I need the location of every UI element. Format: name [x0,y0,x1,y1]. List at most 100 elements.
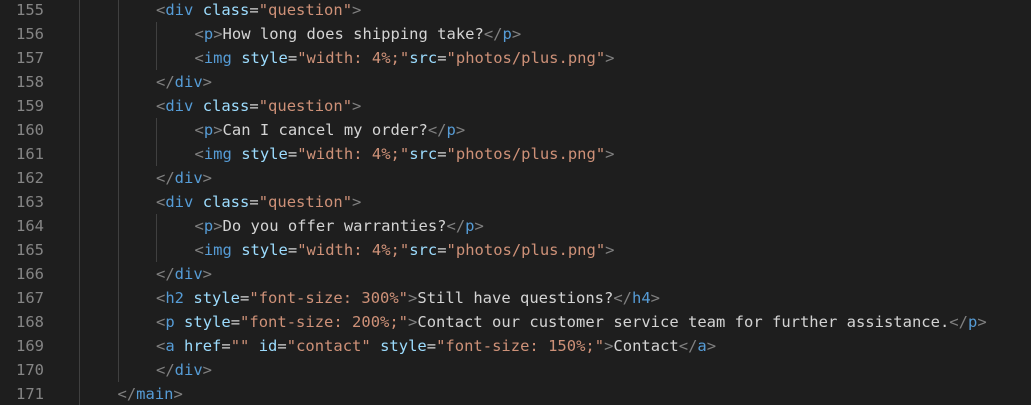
token-attr: style [241,241,288,259]
token-attr: style [241,49,288,67]
token-bracket: > [202,169,213,187]
token-bracket: < [194,25,204,43]
code-text: <p style="font-size: 200%;">Contact our … [156,310,987,334]
code-line[interactable]: 163 <div class="question"> [0,190,1031,214]
token-bracket: < [194,49,204,67]
token-tag: div [174,73,203,91]
token-eq: = [221,337,231,355]
line-number: 167 [16,289,44,307]
token-attr: src [409,145,438,163]
code-line[interactable]: 169 <a href="" id="contact" style="font-s… [0,334,1031,358]
code-text: <p>Can I cancel my order?</p> [195,118,466,142]
code-line[interactable]: 167 <h2 style="font-size: 300%">Still hav… [0,286,1031,310]
token-str: "width: 4%;" [297,241,410,259]
token-bracket: </ [483,25,503,43]
token-bracket: > [213,25,223,43]
token-tag: img [203,145,232,163]
code-line[interactable]: 165 <img style="width: 4%;"src="photos/pl… [0,238,1031,262]
code-line[interactable]: 157 <img style="width: 4%;"src="photos/pl… [0,46,1031,70]
token-tag: a [697,337,707,355]
token-tag: div [165,193,194,211]
token-attr: src [409,49,438,67]
token-bracket: > [352,1,362,19]
code-line[interactable]: 171 </main> [0,382,1031,405]
token-str: "photos/plus.png" [446,145,606,163]
token-bracket: < [194,217,204,235]
token-eq: = [249,97,259,115]
token-attr: class [202,97,250,115]
token-bracket: </ [156,265,175,283]
token-attr: href [184,337,222,355]
token-tag: img [203,49,232,67]
token-tag: div [174,265,203,283]
token-bracket: > [408,313,418,331]
token-text: How long does shipping take? [222,25,484,43]
token-tag: img [203,241,232,259]
code-text: <img style="width: 4%;"src="photos/plus.… [195,238,615,262]
token-bracket: </ [446,217,466,235]
token-tag: p [446,121,456,139]
code-line[interactable]: 161 <img style="width: 4%;"src="photos/pl… [0,142,1031,166]
token-tag: main [136,385,174,403]
token-bracket: </ [117,385,137,403]
line-number: 164 [16,217,44,235]
code-line[interactable]: 158 </div> [0,70,1031,94]
token-bracket: > [650,289,661,307]
line-number: 155 [16,1,44,19]
line-number: 166 [16,265,44,283]
token-str: "font-size: 300%" [249,289,409,307]
token-bracket: < [194,241,204,259]
token-attr: class [202,1,250,19]
token-tag: p [465,217,475,235]
code-text: <div class="question"> [156,0,361,22]
code-line[interactable]: 164 <p>Do you offer warranties?</p> [0,214,1031,238]
token-attr: style [380,337,427,355]
token-str: "photos/plus.png" [446,241,606,259]
code-line[interactable]: 159 <div class="question"> [0,94,1031,118]
line-number: 160 [16,121,44,139]
token-tag: p [967,313,978,331]
token-eq: = [249,1,259,19]
token-bracket: < [156,289,166,307]
token-bracket: < [156,337,166,355]
code-line[interactable]: 156 <p>How long does shipping take?</p> [0,22,1031,46]
code-line[interactable]: 170 </div> [0,358,1031,382]
token-bracket: > [511,25,522,43]
code-text: </div> [156,262,212,286]
token-tag: p [203,25,214,43]
token-bracket: > [455,121,466,139]
code-text: <a href="" id="contact" style="font-size… [156,334,716,358]
code-text: </div> [156,70,212,94]
token-eq: = [230,313,241,331]
token-bracket: < [194,121,204,139]
code-line[interactable]: 160 <p>Can I cancel my order?</p> [0,118,1031,142]
code-text: <p>Do you offer warranties?</p> [195,214,484,238]
code-text: </div> [156,358,212,382]
token-attr: style [193,289,241,307]
token-attr: style [184,313,231,331]
token-bracket: > [605,49,615,67]
token-bracket: </ [949,313,968,331]
code-text: <img style="width: 4%;"src="photos/plus.… [195,46,615,70]
line-number: 171 [16,385,44,403]
code-line[interactable]: 168 <p style="font-size: 200%;">Contact o… [0,310,1031,334]
token-text: Contact [613,337,679,355]
token-eq: = [249,193,259,211]
code-text: <div class="question"> [156,94,361,118]
code-line[interactable]: 166 </div> [0,262,1031,286]
line-number: 168 [16,313,44,331]
token-str: "contact" [286,337,371,355]
code-editor[interactable]: 155 <div class="question"> 156 <p>How long … [0,0,1031,405]
code-text: <h2 style="font-size: 300%">Still have q… [156,286,660,310]
code-line[interactable]: 162 </div> [0,166,1031,190]
code-line[interactable]: 155 <div class="question"> [0,0,1031,22]
token-bracket: > [977,313,987,331]
